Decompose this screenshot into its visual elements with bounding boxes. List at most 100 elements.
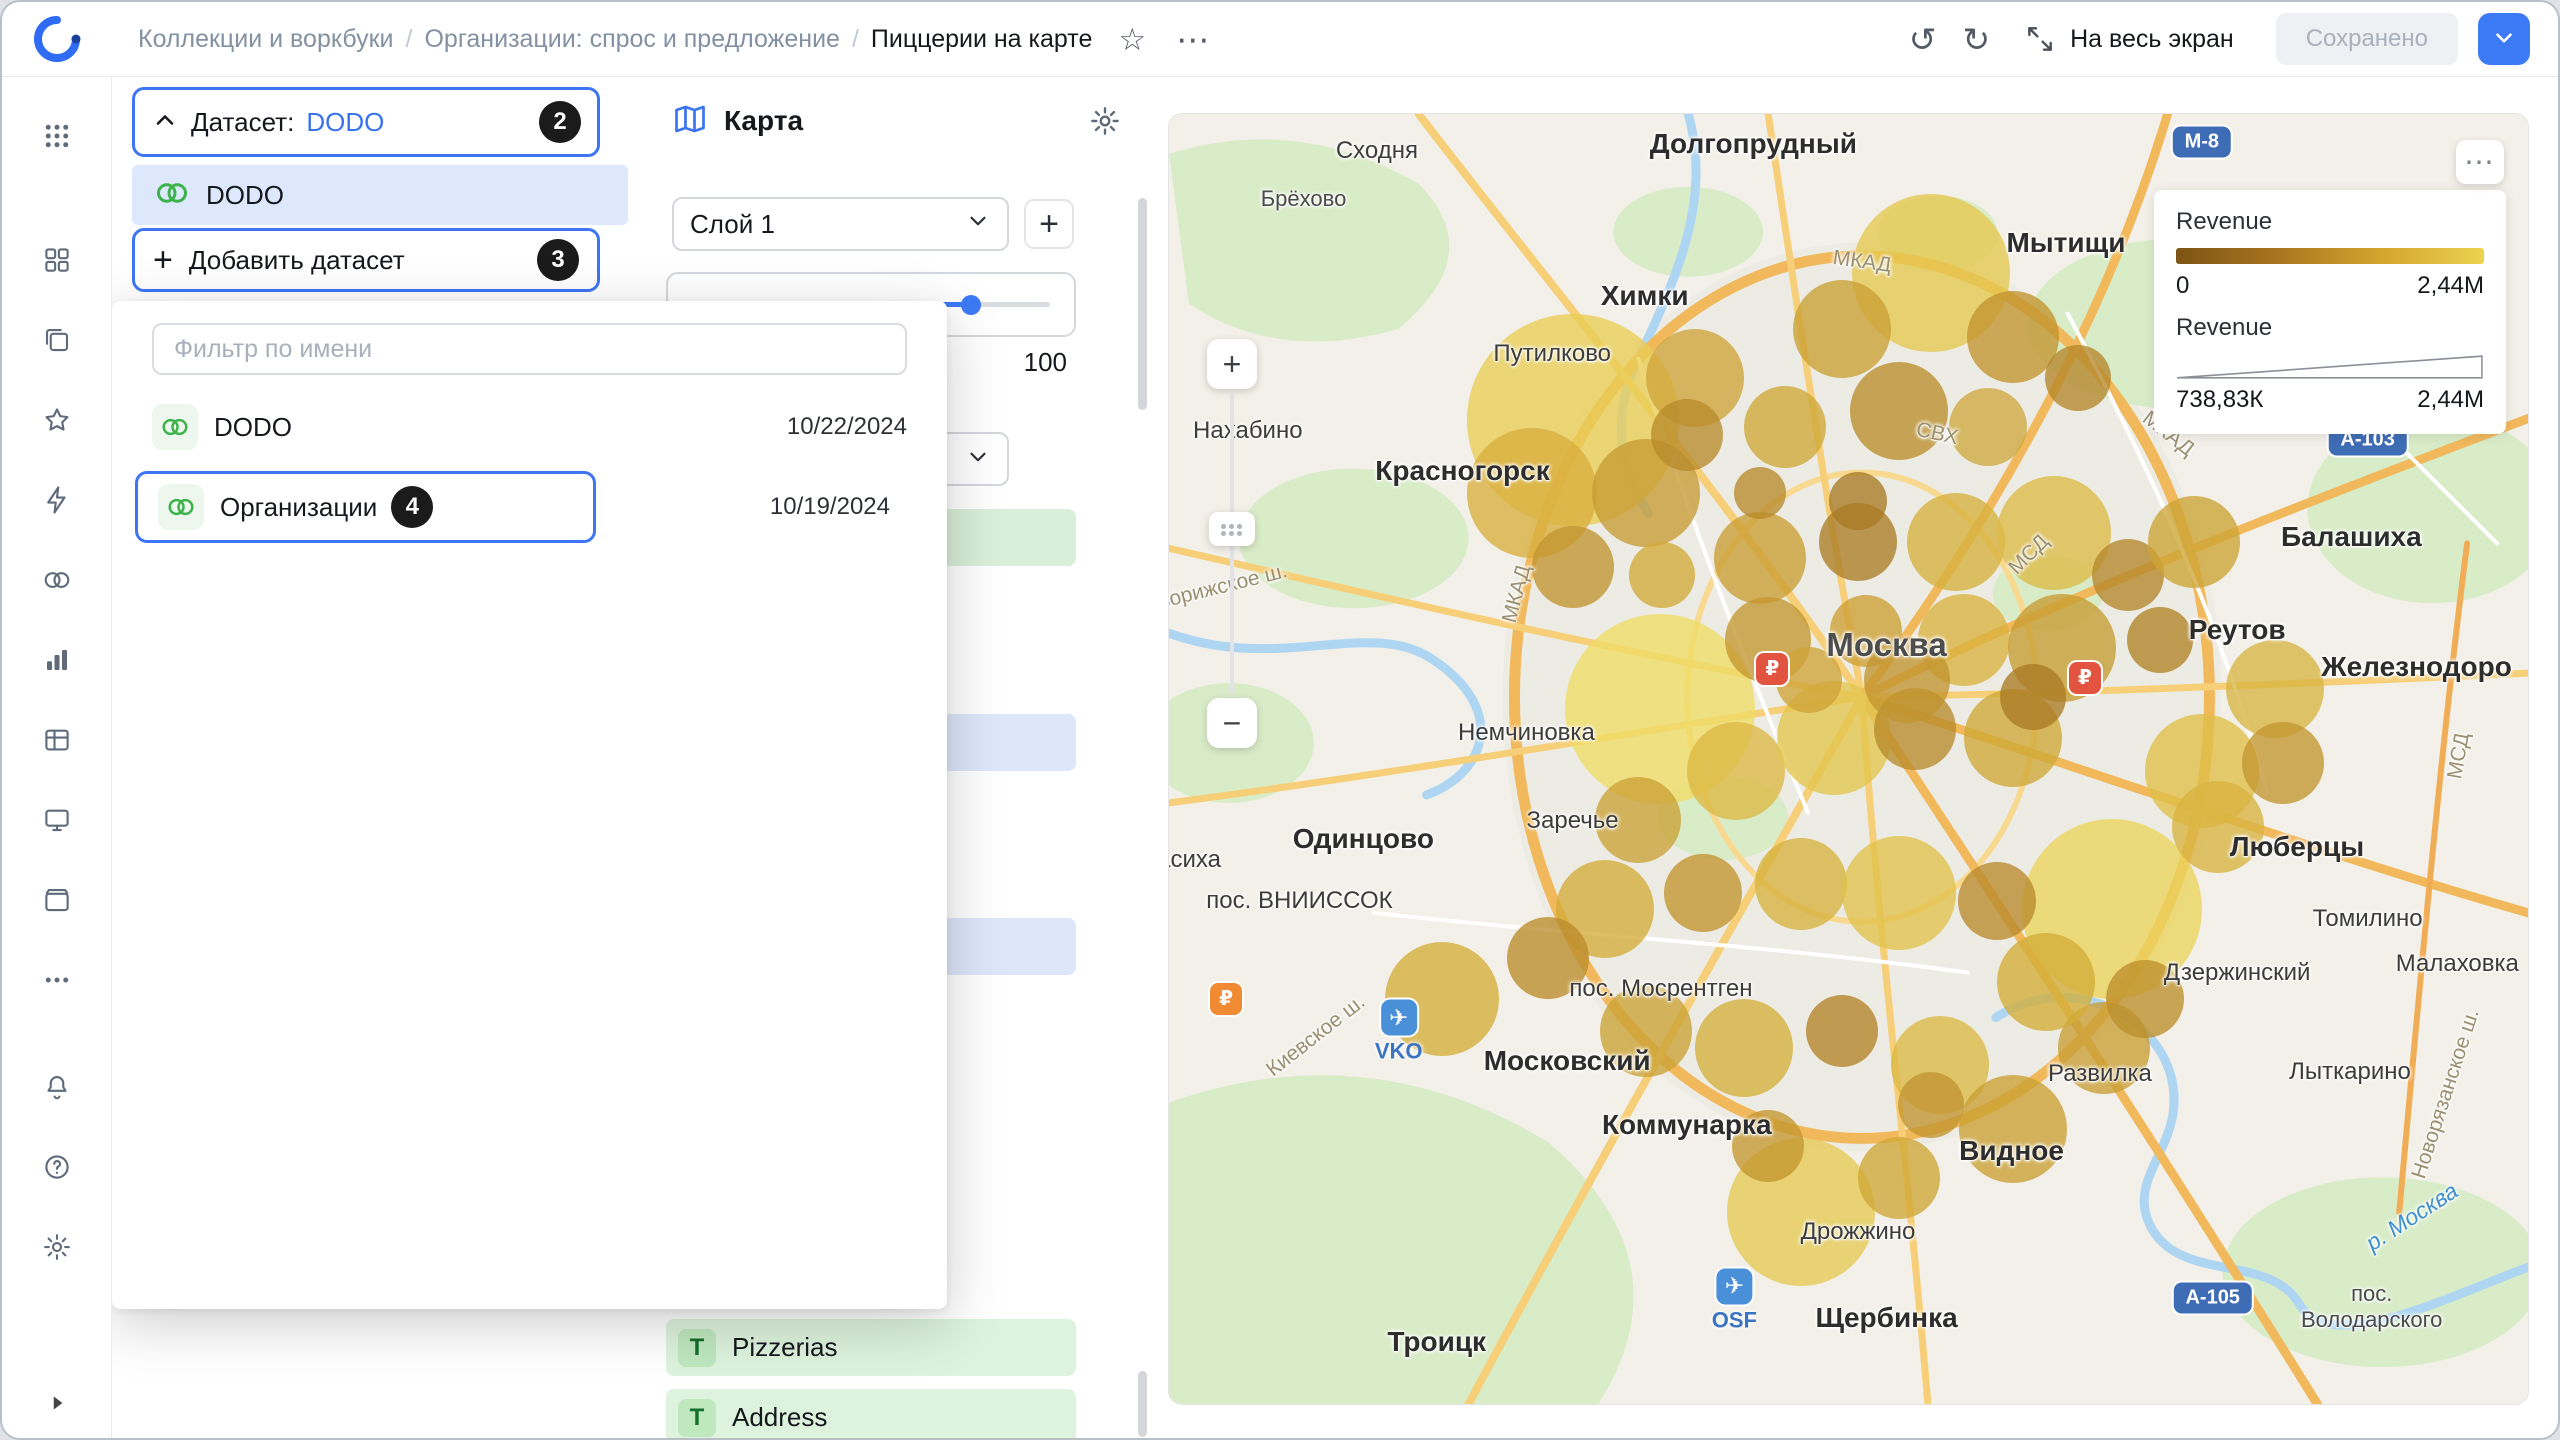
revenue-bubble[interactable] <box>1532 526 1614 608</box>
airplane-icon: ✈ <box>1716 1268 1752 1304</box>
revenue-bubble[interactable] <box>2127 607 2193 673</box>
zoom-out-button[interactable]: − <box>1207 698 1257 748</box>
revenue-bubble[interactable] <box>1949 388 2027 466</box>
app-window: Коллекции и воркбуки / Организации: спро… <box>0 0 2560 1440</box>
map-label: Балашиха <box>2281 521 2422 553</box>
revenue-bubble[interactable] <box>1958 862 2036 940</box>
undo-icon[interactable]: ↺ <box>1909 23 1937 56</box>
gear-icon[interactable] <box>1089 105 1121 137</box>
workspace: Датасет: DODO 2 DODO + Добавить датасет … <box>112 77 2558 1438</box>
map-label: Нахабино <box>1193 417 1303 445</box>
breadcrumb-collections[interactable]: Коллекции и воркбуки <box>138 25 394 54</box>
datalens-logo-icon[interactable] <box>2 15 112 63</box>
apps-grid-icon[interactable] <box>32 111 82 161</box>
field-chip-pizzerias[interactable]: T Pizzerias <box>666 1319 1076 1376</box>
revenue-bubble[interactable] <box>1793 280 1891 378</box>
widgets-icon[interactable] <box>32 235 82 285</box>
plus-icon: + <box>153 243 173 277</box>
save-dropdown-button[interactable] <box>2478 13 2530 65</box>
revenue-bubble[interactable] <box>1651 399 1723 471</box>
revenue-bubble[interactable] <box>1997 933 2095 1031</box>
revenue-bubble[interactable] <box>1829 472 1887 530</box>
favorite-star-icon[interactable]: ☆ <box>1118 24 1146 55</box>
revenue-bubble[interactable] <box>1664 854 1742 932</box>
ruble-poi-icon[interactable]: ₽ <box>1756 653 1788 685</box>
chart-type-title: Карта <box>724 105 803 137</box>
revenue-bubble[interactable] <box>1959 1075 2067 1183</box>
add-dataset-label: Добавить датасет <box>189 245 405 276</box>
revenue-bubble[interactable] <box>1714 512 1806 604</box>
more-icon[interactable] <box>32 955 82 1005</box>
popover-item-organizations[interactable]: Организации 4 10/19/2024 <box>135 471 907 543</box>
help-icon[interactable] <box>32 1142 82 1192</box>
add-dataset-button[interactable]: + Добавить датасет 3 <box>132 228 600 292</box>
revenue-bubble[interactable] <box>1600 985 1692 1077</box>
settings-icon[interactable] <box>32 1222 82 1272</box>
add-layer-button[interactable]: + <box>1024 199 1074 249</box>
revenue-bubble[interactable] <box>1695 999 1793 1097</box>
revenue-bubble[interactable] <box>1687 722 1785 820</box>
storage-icon[interactable] <box>32 875 82 925</box>
popover-item-dodo[interactable]: DODO 10/22/2024 <box>152 397 907 457</box>
saved-button[interactable]: Сохранено <box>2276 13 2458 65</box>
revenue-bubble[interactable] <box>2172 781 2264 873</box>
revenue-bubble[interactable] <box>1629 542 1695 608</box>
revenue-bubble[interactable] <box>1806 995 1878 1067</box>
legend-size-title: Revenue <box>2176 314 2484 342</box>
revenue-bubble[interactable] <box>1744 386 1826 468</box>
panel-scrollbar[interactable] <box>1138 198 1147 410</box>
ruble-poi-icon[interactable]: ₽ <box>1210 983 1242 1015</box>
collections-icon[interactable] <box>32 315 82 365</box>
revenue-bubble[interactable] <box>1907 493 2005 591</box>
revenue-bubble[interactable] <box>1755 838 1847 930</box>
quick-actions-icon[interactable] <box>32 475 82 525</box>
panel-scrollbar[interactable] <box>1138 1371 1147 1437</box>
revenue-bubble[interactable] <box>2242 722 2324 804</box>
revenue-bubble[interactable] <box>1842 836 1956 950</box>
revenue-bubble[interactable] <box>1732 1110 1804 1182</box>
revenue-bubble[interactable] <box>1967 291 2059 383</box>
map-chart-icon <box>672 101 708 142</box>
revenue-bubble[interactable] <box>1850 362 1948 460</box>
airport-marker-osf[interactable]: ✈OSF <box>1712 1268 1757 1333</box>
map-card[interactable]: СходняБрёховоДолгопрудныйМытищиХимкиПути… <box>1168 113 2529 1405</box>
revenue-bubble[interactable] <box>1898 1072 1964 1138</box>
revenue-bubble[interactable] <box>1864 637 1950 723</box>
redo-icon[interactable]: ↻ <box>1962 23 1990 56</box>
fullscreen-icon[interactable] <box>2024 23 2056 55</box>
slider-handle[interactable] <box>961 295 981 315</box>
more-options-icon[interactable]: ⋯ <box>1176 23 1211 56</box>
revenue-bubble[interactable] <box>2106 960 2184 1038</box>
dashboards-icon[interactable] <box>32 795 82 845</box>
dataset-selector[interactable]: Датасет: DODO 2 <box>132 87 600 157</box>
datasets-icon[interactable] <box>32 555 82 605</box>
favorites-icon[interactable] <box>32 395 82 445</box>
dataset-item-dodo[interactable]: DODO <box>132 165 628 225</box>
collapse-sidebar-icon[interactable] <box>32 1378 82 1428</box>
revenue-bubble[interactable] <box>1595 777 1681 863</box>
field-chip-address[interactable]: T Address <box>666 1389 1076 1440</box>
map-label: р. Москва <box>2361 1177 2463 1256</box>
revenue-bubble[interactable] <box>2000 664 2066 730</box>
revenue-bubble[interactable] <box>1507 917 1589 999</box>
breadcrumb-workbook[interactable]: Организации: спрос и предложение <box>424 25 839 54</box>
zoom-in-button[interactable]: + <box>1207 339 1257 389</box>
layer-select[interactable]: Слой 1 <box>672 197 1009 251</box>
map-label: Новорижское ш. <box>1168 559 1290 621</box>
chevron-down-icon <box>965 444 991 475</box>
fullscreen-label[interactable]: На весь экран <box>2070 25 2234 54</box>
charts-icon[interactable] <box>32 635 82 685</box>
revenue-bubble[interactable] <box>1858 1137 1940 1219</box>
airport-code: VKO <box>1375 1039 1423 1065</box>
revenue-bubble[interactable] <box>2045 345 2111 411</box>
notifications-icon[interactable] <box>32 1062 82 1112</box>
tables-icon[interactable] <box>32 715 82 765</box>
airport-marker-vko[interactable]: ✈VKO <box>1375 1000 1423 1065</box>
dataset-filter-input[interactable] <box>152 323 907 375</box>
ruble-poi-icon[interactable]: ₽ <box>2069 662 2101 694</box>
map-more-button[interactable]: ⋯ <box>2456 140 2504 184</box>
revenue-bubble[interactable] <box>2148 496 2240 588</box>
zoom-slider-grip[interactable] <box>1209 512 1255 546</box>
legend-size-min: 738,83К <box>2176 386 2263 414</box>
revenue-bubble[interactable] <box>1734 467 1786 519</box>
